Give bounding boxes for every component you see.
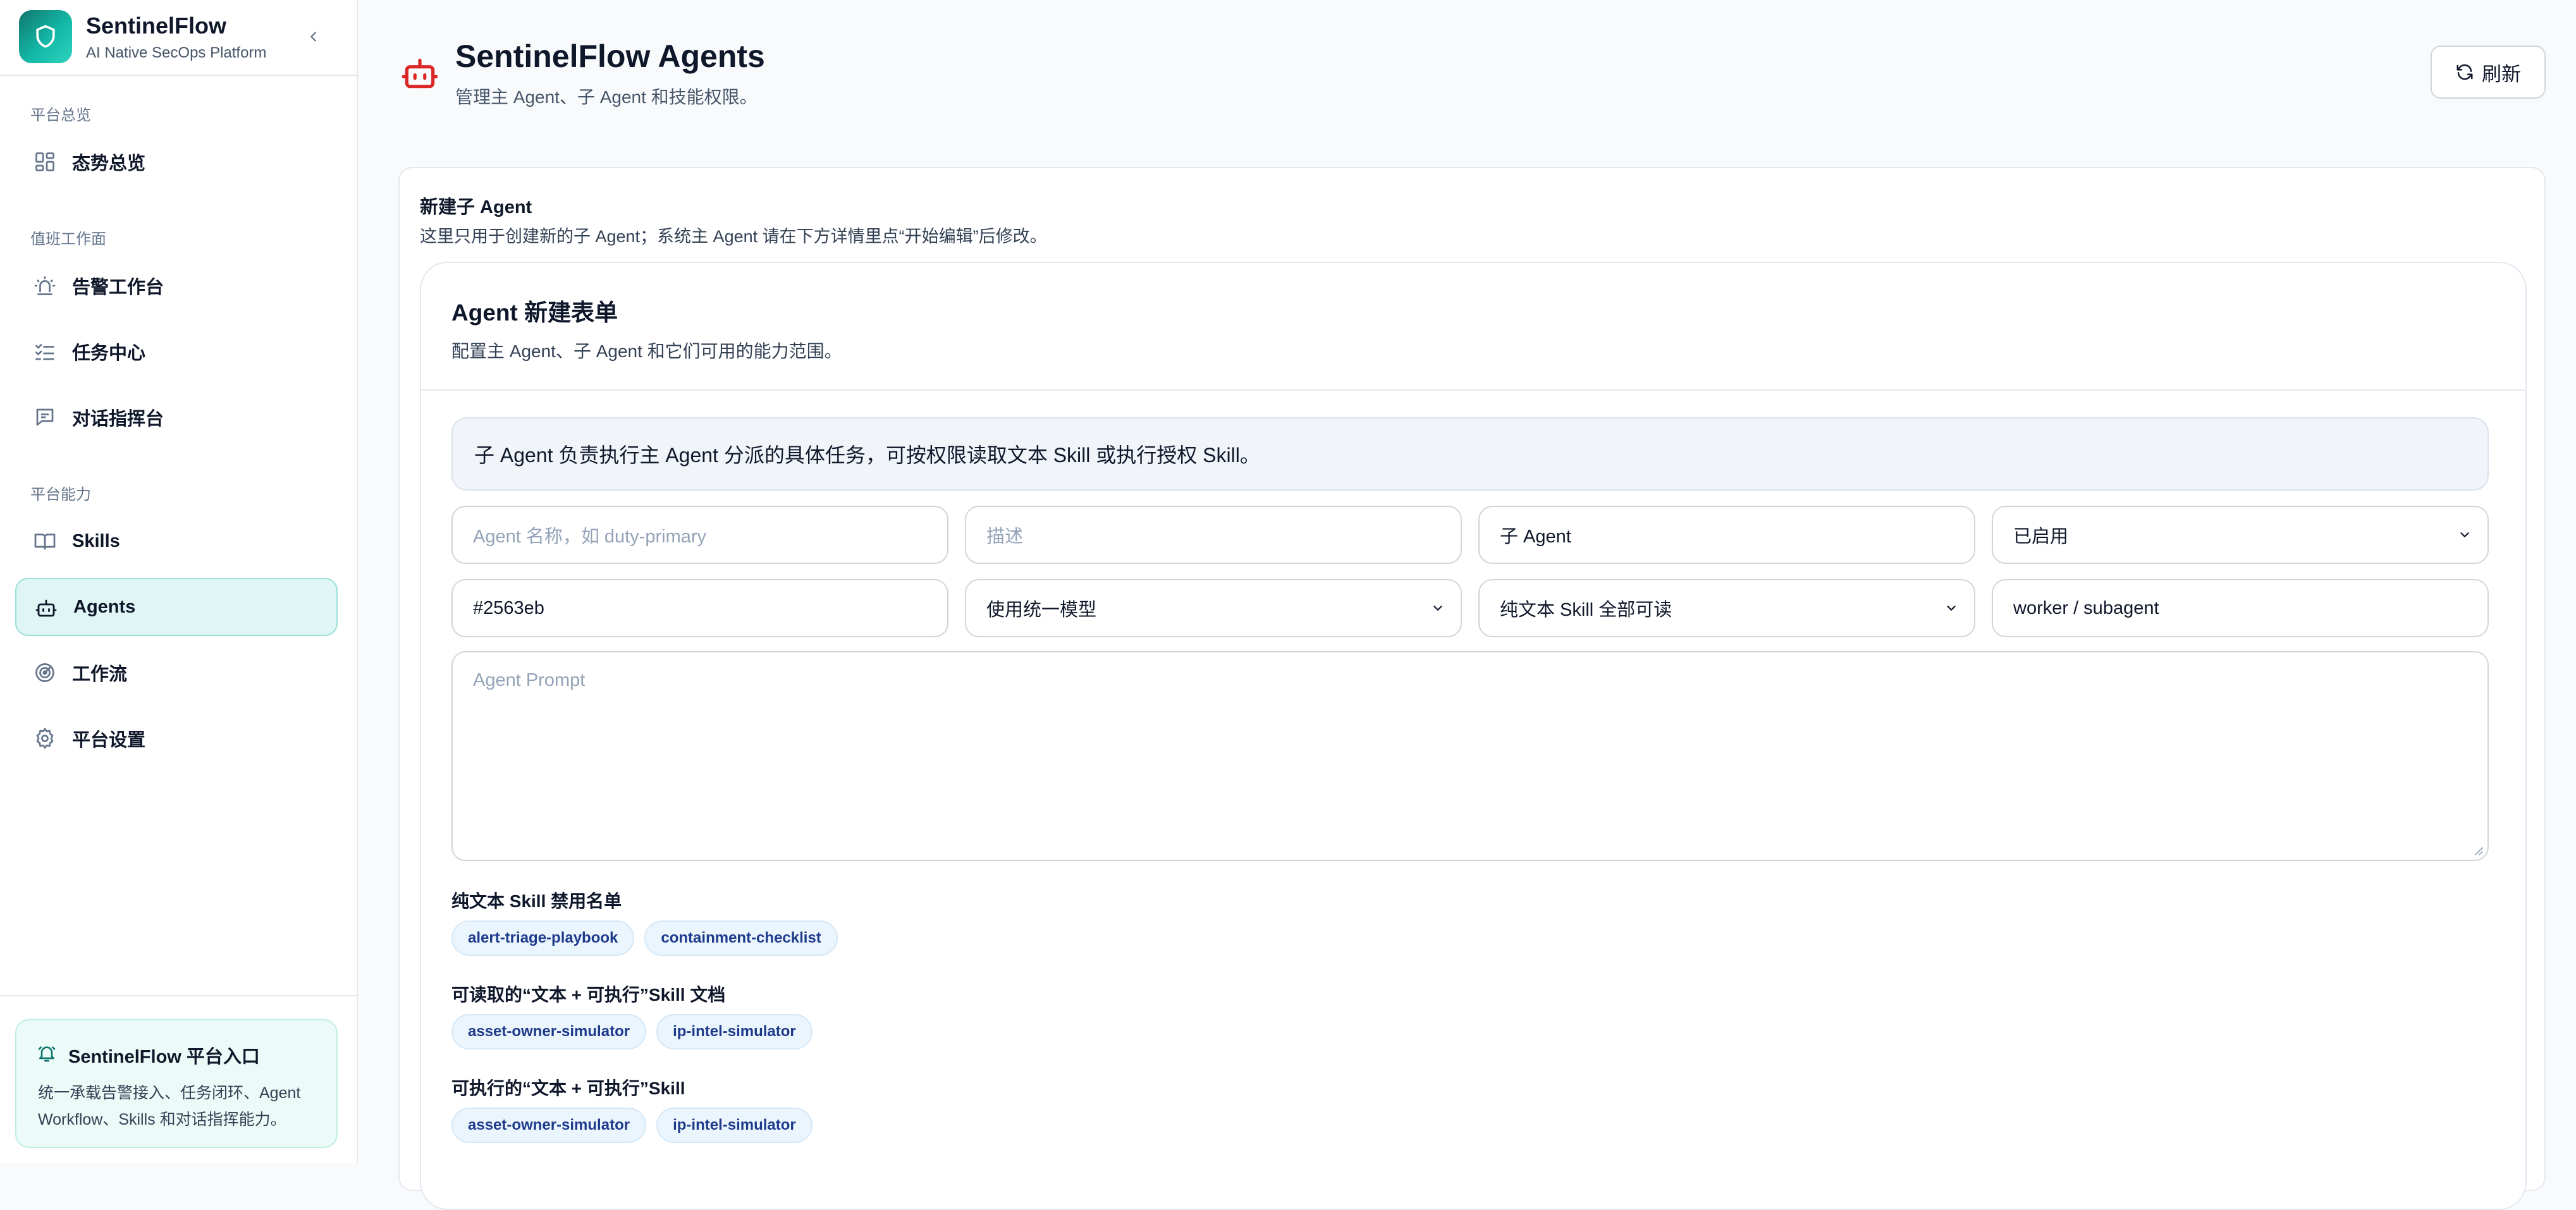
- color-input[interactable]: #2563eb: [451, 579, 948, 637]
- message-square-icon: [32, 404, 58, 431]
- blocked-skills-chips: alert-triage-playbook containment-checkl…: [451, 920, 838, 956]
- page-scrollbar[interactable]: [2565, 0, 2576, 1163]
- description-input[interactable]: 描述: [965, 506, 1462, 564]
- main-content: SentinelFlow Agents 管理主 Agent、子 Agent 和技…: [358, 0, 2576, 1210]
- grid-icon: [32, 149, 58, 175]
- bell-icon: [35, 1042, 58, 1065]
- platform-entry-text: 统一承载告警接入、任务闭环、Agent Workflow、Skills 和对话指…: [38, 1084, 301, 1128]
- agent-name-input[interactable]: Agent 名称，如 duty-primary: [451, 506, 948, 564]
- sidebar-item-agents[interactable]: Agents: [15, 578, 338, 636]
- sidebar-item-label: Skills: [72, 530, 120, 551]
- model-select[interactable]: 使用统一模型: [965, 579, 1462, 637]
- chevron-down-icon: [1430, 601, 1445, 616]
- skill-chip[interactable]: containment-checklist: [644, 920, 838, 956]
- platform-entry-title: SentinelFlow 平台入口: [68, 1047, 260, 1067]
- form-title: Agent 新建表单: [451, 300, 618, 326]
- sidebar-item-label: 平台设置: [72, 730, 146, 750]
- status-select[interactable]: 已启用: [1992, 506, 2489, 564]
- sidebar-item-skills[interactable]: Skills: [15, 512, 338, 570]
- executable-skills-chips: asset-owner-simulator ip-intel-simulator: [451, 1108, 813, 1143]
- create-section-title: 新建子 Agent: [420, 197, 532, 217]
- list-checks-icon: [32, 338, 58, 365]
- sidebar-item-label: Agents: [73, 596, 136, 617]
- skill-read-value: 纯文本 Skill 全部可读: [1500, 600, 1672, 620]
- role-input[interactable]: 子 Agent: [1478, 506, 1975, 564]
- radar-icon: [32, 659, 58, 686]
- role-value: 子 Agent: [1500, 527, 1571, 547]
- skill-read-select[interactable]: 纯文本 Skill 全部可读: [1478, 579, 1975, 637]
- brand-name: SentinelFlow: [86, 13, 227, 39]
- gear-icon: [32, 725, 58, 752]
- sidebar-item-label: 工作流: [72, 664, 128, 685]
- agent-prompt-textarea[interactable]: Agent Prompt: [451, 651, 2489, 861]
- executable-skills-label: 可执行的“文本 + 可执行”Skill: [451, 1079, 685, 1098]
- form-header: Agent 新建表单 配置主 Agent、子 Agent 和它们可用的能力范围。: [421, 263, 2525, 391]
- page-title: SentinelFlow Agents: [455, 39, 765, 74]
- book-open-icon: [32, 528, 58, 554]
- sidebar-item-workflow[interactable]: 工作流: [15, 644, 338, 702]
- color-value: #2563eb: [473, 597, 544, 618]
- refresh-icon: [2456, 64, 2473, 80]
- brand-subtitle: AI Native SecOps Platform: [86, 44, 267, 61]
- resize-handle-icon[interactable]: [2472, 845, 2484, 856]
- sidebar-footer: SentinelFlow 平台入口 统一承载告警接入、任务闭环、Agent Wo…: [0, 995, 358, 1163]
- readable-skills-label: 可读取的“文本 + 可执行”Skill 文档: [451, 985, 726, 1005]
- status-value: 已启用: [2013, 527, 2069, 547]
- sidebar-item-label: 任务中心: [72, 343, 146, 364]
- agent-form-card: Agent 新建表单 配置主 Agent、子 Agent 和它们可用的能力范围。…: [420, 262, 2527, 1210]
- nav-section-duty: 值班工作面: [30, 231, 106, 248]
- refresh-button[interactable]: 刷新: [2431, 46, 2546, 99]
- sidebar-item-label: 态势总览: [72, 154, 146, 174]
- platform-entry-card: SentinelFlow 平台入口 统一承载告警接入、任务闭环、Agent Wo…: [15, 1019, 338, 1148]
- sidebar-item-alerts[interactable]: 告警工作台: [15, 257, 338, 315]
- nav-section-capabilities: 平台能力: [30, 486, 91, 503]
- skill-chip[interactable]: asset-owner-simulator: [451, 1014, 647, 1049]
- form-description: 配置主 Agent、子 Agent 和它们可用的能力范围。: [451, 341, 842, 361]
- description-placeholder: 描述: [986, 527, 1024, 547]
- agent-name-placeholder: Agent 名称，如 duty-primary: [473, 527, 707, 547]
- info-banner: 子 Agent 负责执行主 Agent 分派的具体任务，可按权限读取文本 Ski…: [451, 417, 2489, 491]
- brand-header: SentinelFlow AI Native SecOps Platform: [0, 0, 358, 76]
- sidebar-item-label: 对话指挥台: [72, 409, 164, 429]
- sidebar-item-tasks[interactable]: 任务中心: [15, 322, 338, 381]
- app-root: SentinelFlow AI Native SecOps Platform 平…: [0, 0, 2576, 1210]
- bot-icon: [33, 595, 59, 621]
- skill-chip[interactable]: asset-owner-simulator: [451, 1108, 647, 1143]
- refresh-button-label: 刷新: [2482, 63, 2521, 85]
- skill-chip[interactable]: ip-intel-simulator: [656, 1108, 813, 1143]
- bot-icon: [400, 53, 440, 94]
- create-section-description: 这里只用于创建新的子 Agent；系统主 Agent 请在下方详情里点“开始编辑…: [420, 227, 1047, 246]
- nav-section-overview: 平台总览: [30, 107, 91, 124]
- sidebar-item-overview[interactable]: 态势总览: [15, 133, 338, 191]
- siren-icon: [32, 272, 58, 299]
- page-subtitle: 管理主 Agent、子 Agent 和技能权限。: [455, 87, 757, 107]
- readable-skills-chips: asset-owner-simulator ip-intel-simulator: [451, 1014, 813, 1049]
- agent-prompt-placeholder: Agent Prompt: [473, 670, 586, 690]
- sidebar-item-label: 告警工作台: [72, 278, 164, 298]
- skill-chip[interactable]: alert-triage-playbook: [451, 920, 635, 956]
- sidebar: SentinelFlow AI Native SecOps Platform 平…: [0, 0, 358, 1163]
- create-agent-card: 新建子 Agent 这里只用于创建新的子 Agent；系统主 Agent 请在下…: [398, 167, 2546, 1210]
- chevron-down-icon: [1944, 601, 1959, 616]
- tags-input[interactable]: worker / subagent: [1992, 579, 2489, 637]
- blocked-skills-label: 纯文本 Skill 禁用名单: [451, 891, 622, 911]
- sidebar-item-settings[interactable]: 平台设置: [15, 709, 338, 767]
- skill-chip[interactable]: ip-intel-simulator: [656, 1014, 813, 1049]
- collapse-sidebar-button[interactable]: [300, 23, 328, 51]
- shield-logo-icon: [19, 10, 72, 63]
- chevron-down-icon: [2457, 527, 2472, 542]
- model-value: 使用统一模型: [986, 600, 1097, 620]
- sidebar-item-chat[interactable]: 对话指挥台: [15, 388, 338, 446]
- tags-value: worker / subagent: [2013, 597, 2159, 618]
- chevron-left-icon: [310, 32, 316, 42]
